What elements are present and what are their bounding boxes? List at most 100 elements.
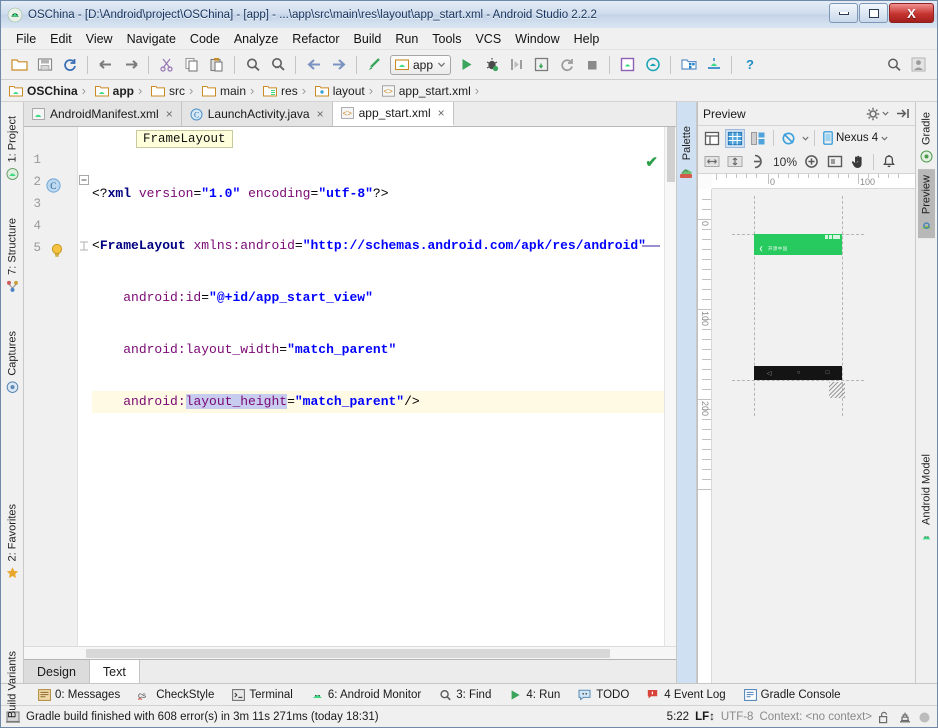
minimize-button[interactable] xyxy=(829,3,858,23)
sidebar-item-structure[interactable]: 7: Structure xyxy=(4,212,21,299)
fold-collapse-icon[interactable] xyxy=(79,175,89,185)
fit-height-icon[interactable] xyxy=(725,152,745,171)
menu-refactor[interactable]: Refactor xyxy=(285,30,346,48)
tab-text[interactable]: Text xyxy=(90,660,140,683)
pan-icon[interactable] xyxy=(848,152,868,171)
editor-tab-app-start-xml[interactable]: <> app_start.xml × xyxy=(333,102,454,126)
nav-back-icon[interactable]: ◁ xyxy=(767,370,772,377)
close-icon[interactable]: × xyxy=(436,106,445,120)
maximize-button[interactable] xyxy=(859,3,888,23)
breadcrumb-item-res[interactable]: res xyxy=(263,84,302,98)
scrollbar-thumb[interactable] xyxy=(667,127,675,182)
orientation-icon[interactable] xyxy=(779,129,799,148)
navigate-forward-icon[interactable] xyxy=(326,53,351,77)
tool-window-run[interactable]: 4: Run xyxy=(500,687,569,703)
error-stripe-mark[interactable] xyxy=(642,245,660,247)
sync-gradle-icon[interactable] xyxy=(701,53,726,77)
menu-help[interactable]: Help xyxy=(567,30,607,48)
save-all-icon[interactable] xyxy=(32,53,57,77)
sidebar-item-preview[interactable]: Preview xyxy=(918,169,935,238)
menu-view[interactable]: View xyxy=(79,30,120,48)
breadcrumb-item-layout[interactable]: layout xyxy=(315,84,369,98)
layout-variants-icon[interactable] xyxy=(702,129,722,148)
intention-bulb-icon[interactable] xyxy=(50,243,64,259)
blueprint-icon[interactable] xyxy=(748,129,768,148)
menu-code[interactable]: Code xyxy=(183,30,227,48)
debug-button[interactable] xyxy=(479,53,504,77)
caret-position[interactable]: 5:22 xyxy=(667,711,689,723)
search-everywhere-icon[interactable] xyxy=(881,53,906,77)
menu-tools[interactable]: Tools xyxy=(425,30,468,48)
tool-window-gradle-console[interactable]: Gradle Console xyxy=(735,687,850,703)
replace-icon[interactable] xyxy=(265,53,290,77)
preview-canvas[interactable]: 0 100 xyxy=(698,174,915,683)
navigate-back-icon[interactable] xyxy=(301,53,326,77)
attach-debugger-icon[interactable] xyxy=(529,53,554,77)
zoom-in-icon[interactable] xyxy=(802,152,822,171)
sync-icon[interactable] xyxy=(57,53,82,77)
menu-analyze[interactable]: Analyze xyxy=(227,30,285,48)
notification-icon[interactable] xyxy=(879,152,899,171)
tab-design[interactable]: Design xyxy=(24,660,90,683)
unlocked-icon[interactable] xyxy=(878,711,892,723)
sdk-manager-icon[interactable] xyxy=(615,53,640,77)
run-configuration-selector[interactable]: app xyxy=(390,55,451,75)
file-encoding[interactable]: UTF-8 xyxy=(721,711,754,723)
fit-width-icon[interactable] xyxy=(702,152,722,171)
menu-navigate[interactable]: Navigate xyxy=(120,30,183,48)
app-action-bar[interactable]: ❮ 开源中国 xyxy=(754,234,842,255)
close-icon[interactable]: × xyxy=(164,107,173,121)
breadcrumb-item-src[interactable]: src xyxy=(151,84,189,98)
menu-edit[interactable]: Edit xyxy=(43,30,79,48)
inspections-icon[interactable] xyxy=(898,711,912,723)
tool-window-checkstyle[interactable]: cs CheckStyle xyxy=(129,687,223,703)
undo-icon[interactable] xyxy=(93,53,118,77)
cut-icon[interactable] xyxy=(154,53,179,77)
paste-icon[interactable] xyxy=(204,53,229,77)
render-grid-icon[interactable] xyxy=(725,129,745,148)
breadcrumb-item-main[interactable]: main xyxy=(202,84,250,98)
run-with-coverage-icon[interactable] xyxy=(504,53,529,77)
breadcrumb-item-app-start-xml[interactable]: <> app_start.xml xyxy=(382,84,475,98)
menu-file[interactable]: File xyxy=(9,30,43,48)
editor-vertical-scrollbar[interactable] xyxy=(664,127,676,646)
menu-build[interactable]: Build xyxy=(347,30,389,48)
editor-horizontal-scrollbar[interactable] xyxy=(24,646,676,659)
nav-recents-icon[interactable]: □ xyxy=(826,370,830,376)
zoom-fit-icon[interactable] xyxy=(825,152,845,171)
run-button[interactable] xyxy=(454,53,479,77)
nav-home-icon[interactable]: ○ xyxy=(797,370,801,376)
zoom-out-icon[interactable] xyxy=(748,152,768,171)
palette-tool-strip[interactable]: Palette xyxy=(676,102,697,683)
breadcrumb-item-app[interactable]: app xyxy=(95,84,138,98)
redo-icon[interactable] xyxy=(118,53,143,77)
editor-gutter[interactable]: 1 2 C 3 4 5 xyxy=(24,127,78,646)
menu-vcs[interactable]: VCS xyxy=(468,30,508,48)
breadcrumb-item-oschina[interactable]: OSChina xyxy=(9,84,82,98)
chevron-down-icon[interactable] xyxy=(880,110,889,117)
tool-window-todo[interactable]: TODO xyxy=(569,687,638,703)
editor-tab-androidmanifest[interactable]: AndroidManifest.xml × xyxy=(24,102,182,126)
chevron-down-icon[interactable] xyxy=(802,135,809,142)
hide-panel-icon[interactable] xyxy=(889,107,910,120)
tool-window-terminal[interactable]: Terminal xyxy=(223,687,301,703)
sidebar-item-project[interactable]: 1: Project xyxy=(4,110,21,186)
tool-window-find[interactable]: 3: Find xyxy=(430,687,500,703)
gear-icon[interactable] xyxy=(866,107,880,121)
build-icon[interactable] xyxy=(362,53,387,77)
editor-tab-launchactivity[interactable]: C LaunchActivity.java × xyxy=(182,102,333,126)
user-icon[interactable] xyxy=(906,53,931,77)
tool-window-event-log[interactable]: 4 Event Log xyxy=(638,687,734,703)
device-selector[interactable]: Nexus 4 xyxy=(820,131,888,145)
close-button[interactable]: X xyxy=(889,3,934,23)
copy-icon[interactable] xyxy=(179,53,204,77)
sidebar-item-gradle[interactable]: Gradle xyxy=(918,106,935,169)
project-structure-icon[interactable] xyxy=(676,53,701,77)
code-editor[interactable]: FrameLayout ✔ <?xml version="1.0" encodi… xyxy=(78,127,664,646)
menu-run[interactable]: Run xyxy=(388,30,425,48)
tool-window-android-monitor[interactable]: 6: Android Monitor xyxy=(302,687,430,703)
sidebar-item-palette[interactable]: Palette xyxy=(681,126,693,160)
fold-end-icon[interactable] xyxy=(79,241,89,251)
sidebar-item-android-model[interactable]: Android Model xyxy=(918,448,935,549)
sidebar-item-captures[interactable]: Captures xyxy=(4,325,21,400)
